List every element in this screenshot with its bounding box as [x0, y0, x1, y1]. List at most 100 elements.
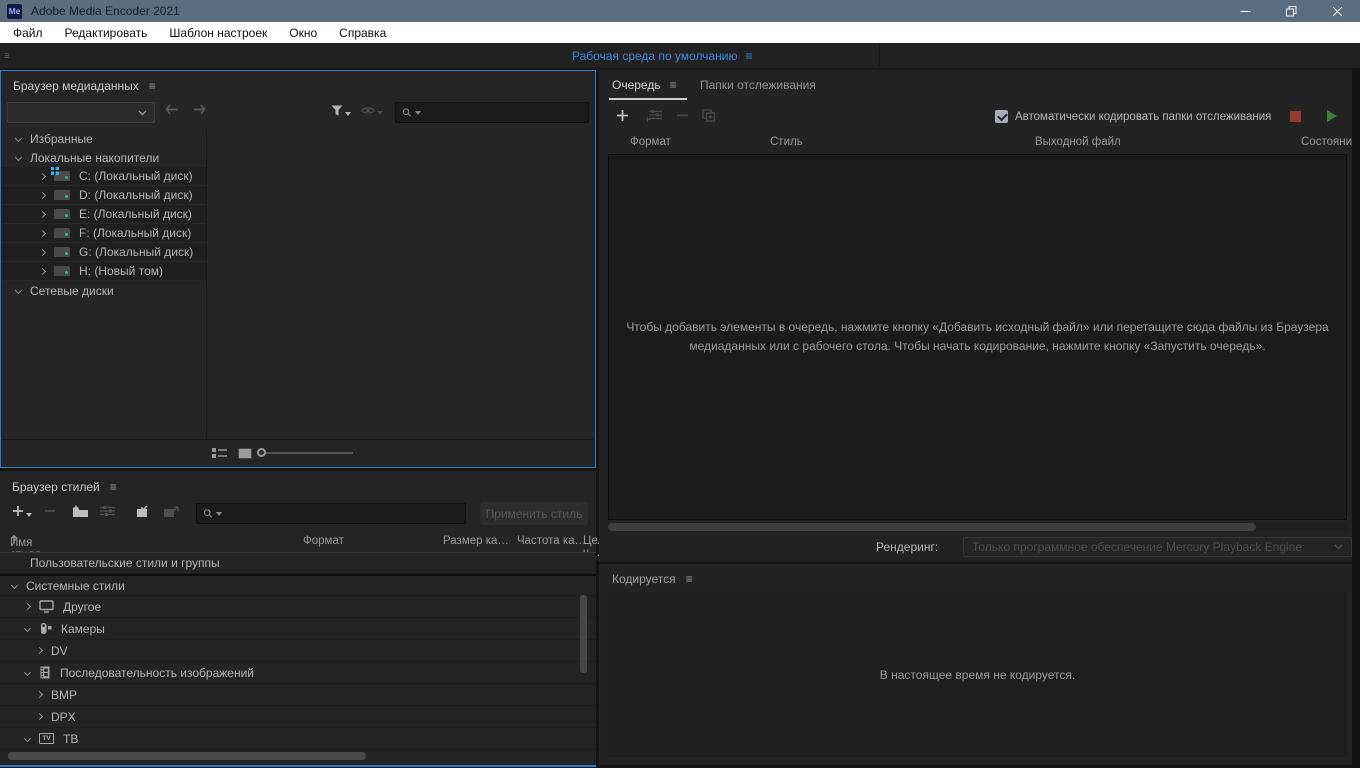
preset-group-dpx[interactable]: DPX — [0, 706, 596, 728]
preset-group-user[interactable]: Пользовательские стили и группы — [0, 552, 596, 574]
workspace-menu-icon[interactable]: ≡ — [745, 49, 752, 63]
chevron-right-icon[interactable] — [39, 248, 46, 255]
back-button[interactable] — [165, 104, 178, 115]
filter-button[interactable] — [331, 105, 351, 116]
restore-button[interactable] — [1268, 0, 1314, 22]
chevron-right-icon[interactable] — [39, 229, 46, 236]
tree-item-favorites[interactable]: Избранные — [2, 129, 206, 148]
column-preset[interactable]: Стиль — [770, 136, 803, 148]
preset-group-other[interactable]: Другое — [0, 596, 596, 618]
remove-preset-button[interactable] — [44, 505, 56, 517]
minimize-button[interactable] — [1222, 0, 1268, 22]
chevron-down-icon[interactable] — [11, 582, 18, 589]
tab-watch-folders[interactable]: Папки отслеживания — [700, 78, 816, 92]
column-output-file[interactable]: Выходной файл — [1035, 136, 1121, 148]
panel-menu-icon[interactable]: ≡ — [149, 79, 156, 93]
auto-encode-checkbox[interactable] — [995, 110, 1008, 123]
chevron-down-icon[interactable] — [15, 135, 22, 142]
column-frame-size[interactable]: Размер ка… — [443, 535, 509, 547]
thumbnail-zoom-slider[interactable] — [257, 452, 353, 454]
menu-preset[interactable]: Шаблон настроек — [158, 22, 278, 43]
add-source-button[interactable] — [616, 109, 629, 122]
tab-queue[interactable]: Очередь ≡ — [612, 78, 677, 92]
auto-encode-watch-folders[interactable]: Автоматически кодировать папки отслежива… — [995, 110, 1271, 123]
chevron-right-icon[interactable] — [39, 172, 46, 179]
chevron-right-icon[interactable] — [36, 647, 43, 654]
chevron-down-icon[interactable] — [24, 735, 31, 742]
preset-search-field[interactable] — [196, 503, 466, 524]
panel-menu-icon[interactable]: ≡ — [670, 78, 677, 92]
workspace-tab[interactable]: Рабочая среда по умолчанию ≡ — [572, 43, 752, 68]
export-preset-button[interactable] — [163, 505, 179, 518]
chevron-right-icon[interactable] — [36, 713, 43, 720]
menu-help[interactable]: Справка — [328, 22, 397, 43]
panel-menu-icon[interactable]: ≡ — [110, 480, 117, 494]
chevron-right-icon[interactable] — [24, 603, 31, 610]
list-view-button[interactable] — [212, 447, 227, 459]
horizontal-scrollbar[interactable] — [608, 523, 1347, 531]
apply-preset-button[interactable]: Применить стиль — [480, 502, 588, 525]
forward-button[interactable] — [193, 104, 206, 115]
menu-window[interactable]: Окно — [278, 22, 328, 43]
chevron-right-icon[interactable] — [39, 191, 46, 198]
location-dropdown[interactable] — [7, 102, 155, 123]
arrow-right-icon — [193, 104, 206, 115]
slider-knob[interactable] — [257, 448, 266, 457]
remove-item-button[interactable] — [676, 109, 689, 122]
column-preset-name[interactable]: Имя стиля — [10, 535, 18, 544]
scrollbar-thumb[interactable] — [8, 752, 366, 760]
scrollbar-thumb[interactable] — [608, 523, 1256, 531]
chevron-right-icon[interactable] — [36, 691, 43, 698]
preset-browser-title: Браузер стилей — [12, 480, 100, 494]
preset-search-input[interactable] — [225, 507, 459, 521]
chevron-down-icon[interactable] — [24, 669, 31, 676]
tree-item-drive-d[interactable]: D: (Локальный диск) — [2, 186, 206, 205]
preset-group-system[interactable]: Системные стили — [0, 574, 596, 596]
media-browser-title: Браузер медиаданных — [13, 79, 139, 93]
preset-group-tv[interactable]: TV ТВ — [0, 728, 596, 750]
tree-item-drive-h[interactable]: H: (Новый том) — [2, 262, 206, 281]
menu-file[interactable]: Файл — [2, 22, 54, 43]
panel-menu-icon[interactable]: ≡ — [4, 51, 10, 62]
horizontal-scrollbar[interactable] — [8, 752, 588, 760]
close-button[interactable] — [1314, 0, 1360, 22]
vertical-scrollbar[interactable] — [580, 595, 587, 673]
column-format[interactable]: Формат — [630, 136, 671, 148]
column-format[interactable]: Формат — [303, 535, 344, 547]
menu-edit[interactable]: Редактировать — [54, 22, 159, 43]
media-search-field[interactable] — [395, 102, 589, 123]
chevron-down-icon[interactable] — [24, 625, 31, 632]
queue-list-area[interactable]: Чтобы добавить элементы в очередь, нажми… — [608, 154, 1347, 520]
add-output-button[interactable] — [646, 109, 662, 122]
tree-item-drive-e[interactable]: E: (Локальный диск) — [2, 205, 206, 224]
duplicate-button[interactable] — [702, 109, 716, 122]
preview-toggle-button[interactable] — [361, 106, 383, 115]
preset-group-cameras[interactable]: Камеры — [0, 618, 596, 640]
tree-item-drive-f[interactable]: F: (Локальный диск) — [2, 224, 206, 243]
column-status[interactable]: Состояни — [1301, 136, 1352, 148]
preset-group-dv[interactable]: DV — [0, 640, 596, 662]
panel-menu-icon[interactable]: ≡ — [686, 572, 693, 586]
preset-settings-button[interactable] — [100, 505, 115, 517]
media-search-input[interactable] — [424, 106, 582, 120]
preset-group-image-sequence[interactable]: Последовательность изображений — [0, 662, 596, 684]
create-group-button[interactable] — [72, 505, 89, 518]
chevron-down-icon[interactable] — [15, 287, 22, 294]
tree-item-network-drives[interactable]: Сетевые диски — [2, 281, 206, 300]
start-queue-button[interactable] — [1327, 110, 1337, 122]
import-preset-button[interactable] — [134, 505, 150, 518]
add-preset-button[interactable] — [12, 505, 32, 517]
renderer-dropdown[interactable]: Только программное обеспечение Mercury P… — [963, 537, 1352, 557]
preset-group-bmp[interactable]: BMP — [0, 684, 596, 706]
tree-item-local-drives[interactable]: Локальные накопители — [2, 148, 206, 167]
tree-item-drive-c[interactable]: C: (Локальный диск) — [2, 167, 206, 186]
column-frame-rate[interactable]: Частота ка… — [517, 535, 586, 547]
chevron-right-icon[interactable] — [39, 210, 46, 217]
stop-queue-button[interactable] — [1290, 111, 1301, 122]
thumbnail-view-button[interactable] — [238, 448, 252, 459]
chevron-down-icon[interactable] — [15, 154, 22, 161]
focus-border-bottom — [0, 765, 596, 767]
chevron-right-icon[interactable] — [39, 267, 46, 274]
tree-item-drive-g[interactable]: G: (Локальный диск) — [2, 243, 206, 262]
media-browser-tree: Избранные Локальные накопители C: (Локал… — [2, 129, 207, 439]
